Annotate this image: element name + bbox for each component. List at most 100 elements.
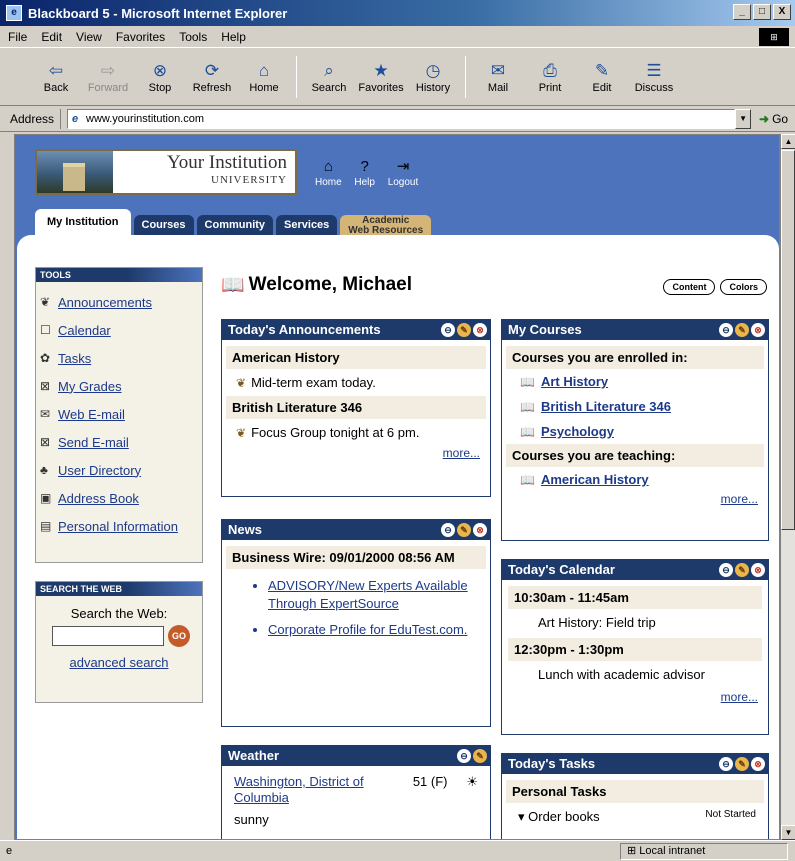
close-button[interactable]: X [773, 4, 791, 20]
course-item[interactable]: 📖 Psychology [508, 419, 762, 444]
mail-button[interactable]: ✉ Mail [472, 52, 524, 102]
tool-tasks[interactable]: ✿ Tasks [40, 344, 202, 372]
scroll-thumb[interactable] [781, 150, 795, 530]
edit-icon[interactable]: ✎ [735, 563, 749, 577]
address-input[interactable]: www.yourinstitution.com [67, 108, 736, 129]
institution-logo[interactable]: Your Institution UNIVERSITY [35, 149, 297, 195]
news-title: News [228, 522, 262, 537]
edit-icon[interactable]: ✎ [457, 523, 471, 537]
close-icon[interactable]: ⊗ [751, 563, 765, 577]
windows-logo-icon: ⊞ [759, 28, 789, 46]
close-icon[interactable]: ⊗ [473, 323, 487, 337]
search-go-button[interactable]: GO [168, 625, 190, 647]
colors-button[interactable]: Colors [720, 279, 767, 295]
refresh-icon: ⟳ [204, 60, 220, 80]
web-email-icon: ✉ [40, 407, 51, 421]
tab-my-institution[interactable]: My Institution [35, 209, 131, 235]
home-button[interactable]: ⌂ Home [238, 52, 290, 102]
tool-web-email[interactable]: ✉ Web E-mail [40, 400, 202, 428]
courses-more-link[interactable]: more... [508, 492, 762, 506]
tools-header: TOOLS [36, 268, 202, 282]
edit-icon[interactable]: ✎ [735, 323, 749, 337]
edit-icon[interactable]: ✎ [457, 323, 471, 337]
announcements-more-link[interactable]: more... [228, 446, 484, 460]
weather-location-link[interactable]: Washington, District of Columbia [234, 774, 394, 806]
forward-button[interactable]: ⇨ Forward [82, 52, 134, 102]
menu-tools[interactable]: Tools [179, 30, 207, 44]
collapse-icon[interactable]: ⊖ [719, 323, 733, 337]
task-row[interactable]: ▾ Order books Not Started [508, 803, 762, 831]
history-button[interactable]: ◷ History [407, 52, 459, 102]
news-list: ADVISORY/New Experts Available Through E… [228, 577, 484, 639]
menu-help[interactable]: Help [221, 30, 246, 44]
scroll-up-button[interactable]: ▲ [781, 134, 795, 149]
tool-send-email[interactable]: ⊠ Send E-mail [40, 428, 202, 456]
edit-icon[interactable]: ✎ [735, 757, 749, 771]
discuss-button[interactable]: ☰ Discuss [628, 52, 680, 102]
go-button[interactable]: ➜ Go [759, 112, 788, 126]
scroll-down-button[interactable]: ▼ [781, 825, 795, 840]
print-button[interactable]: ⎙ Print [524, 52, 576, 102]
menu-bar: File Edit View Favorites Tools Help [0, 26, 795, 48]
favorites-button[interactable]: ★ Favorites [355, 52, 407, 102]
tool-address-book[interactable]: ▣ Address Book [40, 484, 202, 512]
home-icon: ⌂ [258, 60, 270, 80]
course-item[interactable]: 📖 Art History [508, 369, 762, 394]
tool-user-directory[interactable]: ♣ User Directory [40, 456, 202, 484]
search-web-input[interactable] [52, 626, 164, 646]
site-logout-button[interactable]: ⇥ Logout [388, 157, 419, 188]
toolbar-separator [465, 55, 466, 98]
collapse-icon[interactable]: ⊖ [441, 523, 455, 537]
page-scrollbar[interactable]: ▲ ▼ [780, 134, 795, 840]
tasks-title: Today's Tasks [508, 756, 596, 771]
collapse-icon[interactable]: ⊖ [719, 757, 733, 771]
search-web-header: SEARCH THE WEB [36, 582, 202, 596]
close-icon[interactable]: ⊗ [473, 523, 487, 537]
refresh-button[interactable]: ⟳ Refresh [186, 52, 238, 102]
menu-view[interactable]: View [76, 30, 102, 44]
layout-buttons: Content Colors [663, 279, 767, 295]
back-button[interactable]: ⇦ Back [30, 52, 82, 102]
tool-my-grades[interactable]: ⊠ My Grades [40, 372, 202, 400]
course-item[interactable]: 📖 British Literature 346 [508, 394, 762, 419]
collapse-icon[interactable]: ⊖ [719, 563, 733, 577]
site-help-button[interactable]: ? Help [354, 157, 376, 188]
address-dropdown-button[interactable]: ▼ [735, 108, 752, 129]
address-book-icon: ▣ [40, 491, 52, 505]
sun-icon: ☀ [466, 774, 478, 789]
calendar-more-link[interactable]: more... [508, 690, 762, 704]
close-icon[interactable]: ⊗ [751, 757, 765, 771]
menu-file[interactable]: File [8, 30, 27, 44]
tab-community[interactable]: Community [196, 215, 274, 235]
edit-icon[interactable]: ✎ [473, 749, 487, 763]
announcement-course: British Literature 346 [226, 396, 486, 419]
news-link[interactable]: ADVISORY/New Experts Available Through E… [268, 577, 484, 613]
minimize-button[interactable]: _ [733, 4, 751, 20]
maximize-button[interactable]: □ [753, 4, 771, 20]
content-button[interactable]: Content [663, 279, 716, 295]
announcement-icon: ❦ [236, 425, 247, 440]
collapse-icon[interactable]: ⊖ [457, 749, 471, 763]
tool-calendar[interactable]: ☐ Calendar [40, 316, 202, 344]
tab-academic-web-resources[interactable]: Academic Web Resources [340, 215, 432, 236]
menu-favorites[interactable]: Favorites [116, 30, 165, 44]
course-item[interactable]: 📖 American History [508, 467, 762, 492]
advanced-search-link[interactable]: advanced search [36, 655, 202, 670]
tasks-icon: ✿ [40, 351, 51, 365]
book-icon: 📖 [520, 374, 535, 389]
news-link[interactable]: Corporate Profile for EduTest.com. [268, 621, 484, 639]
tab-services[interactable]: Services [276, 215, 338, 235]
tool-personal-information[interactable]: ▤ Personal Information [40, 512, 202, 540]
tool-announcements[interactable]: ❦ Announcements [40, 288, 202, 316]
stop-button[interactable]: ⊗ Stop [134, 52, 186, 102]
announcements-module: Today's Announcements ⊖ ✎ ⊗ American Histo… [221, 319, 491, 497]
search-button[interactable]: ⌕ Search [303, 52, 355, 102]
menu-edit[interactable]: Edit [41, 30, 62, 44]
collapse-icon[interactable]: ⊖ [441, 323, 455, 337]
edit-button[interactable]: ✎ Edit [576, 52, 628, 102]
close-icon[interactable]: ⊗ [751, 323, 765, 337]
window-titlebar: e Blackboard 5 - Microsoft Internet Expl… [0, 0, 795, 26]
logo-university-label: UNIVERSITY [211, 174, 287, 186]
tab-courses[interactable]: Courses [133, 215, 194, 235]
site-home-button[interactable]: ⌂ Home [315, 157, 342, 188]
